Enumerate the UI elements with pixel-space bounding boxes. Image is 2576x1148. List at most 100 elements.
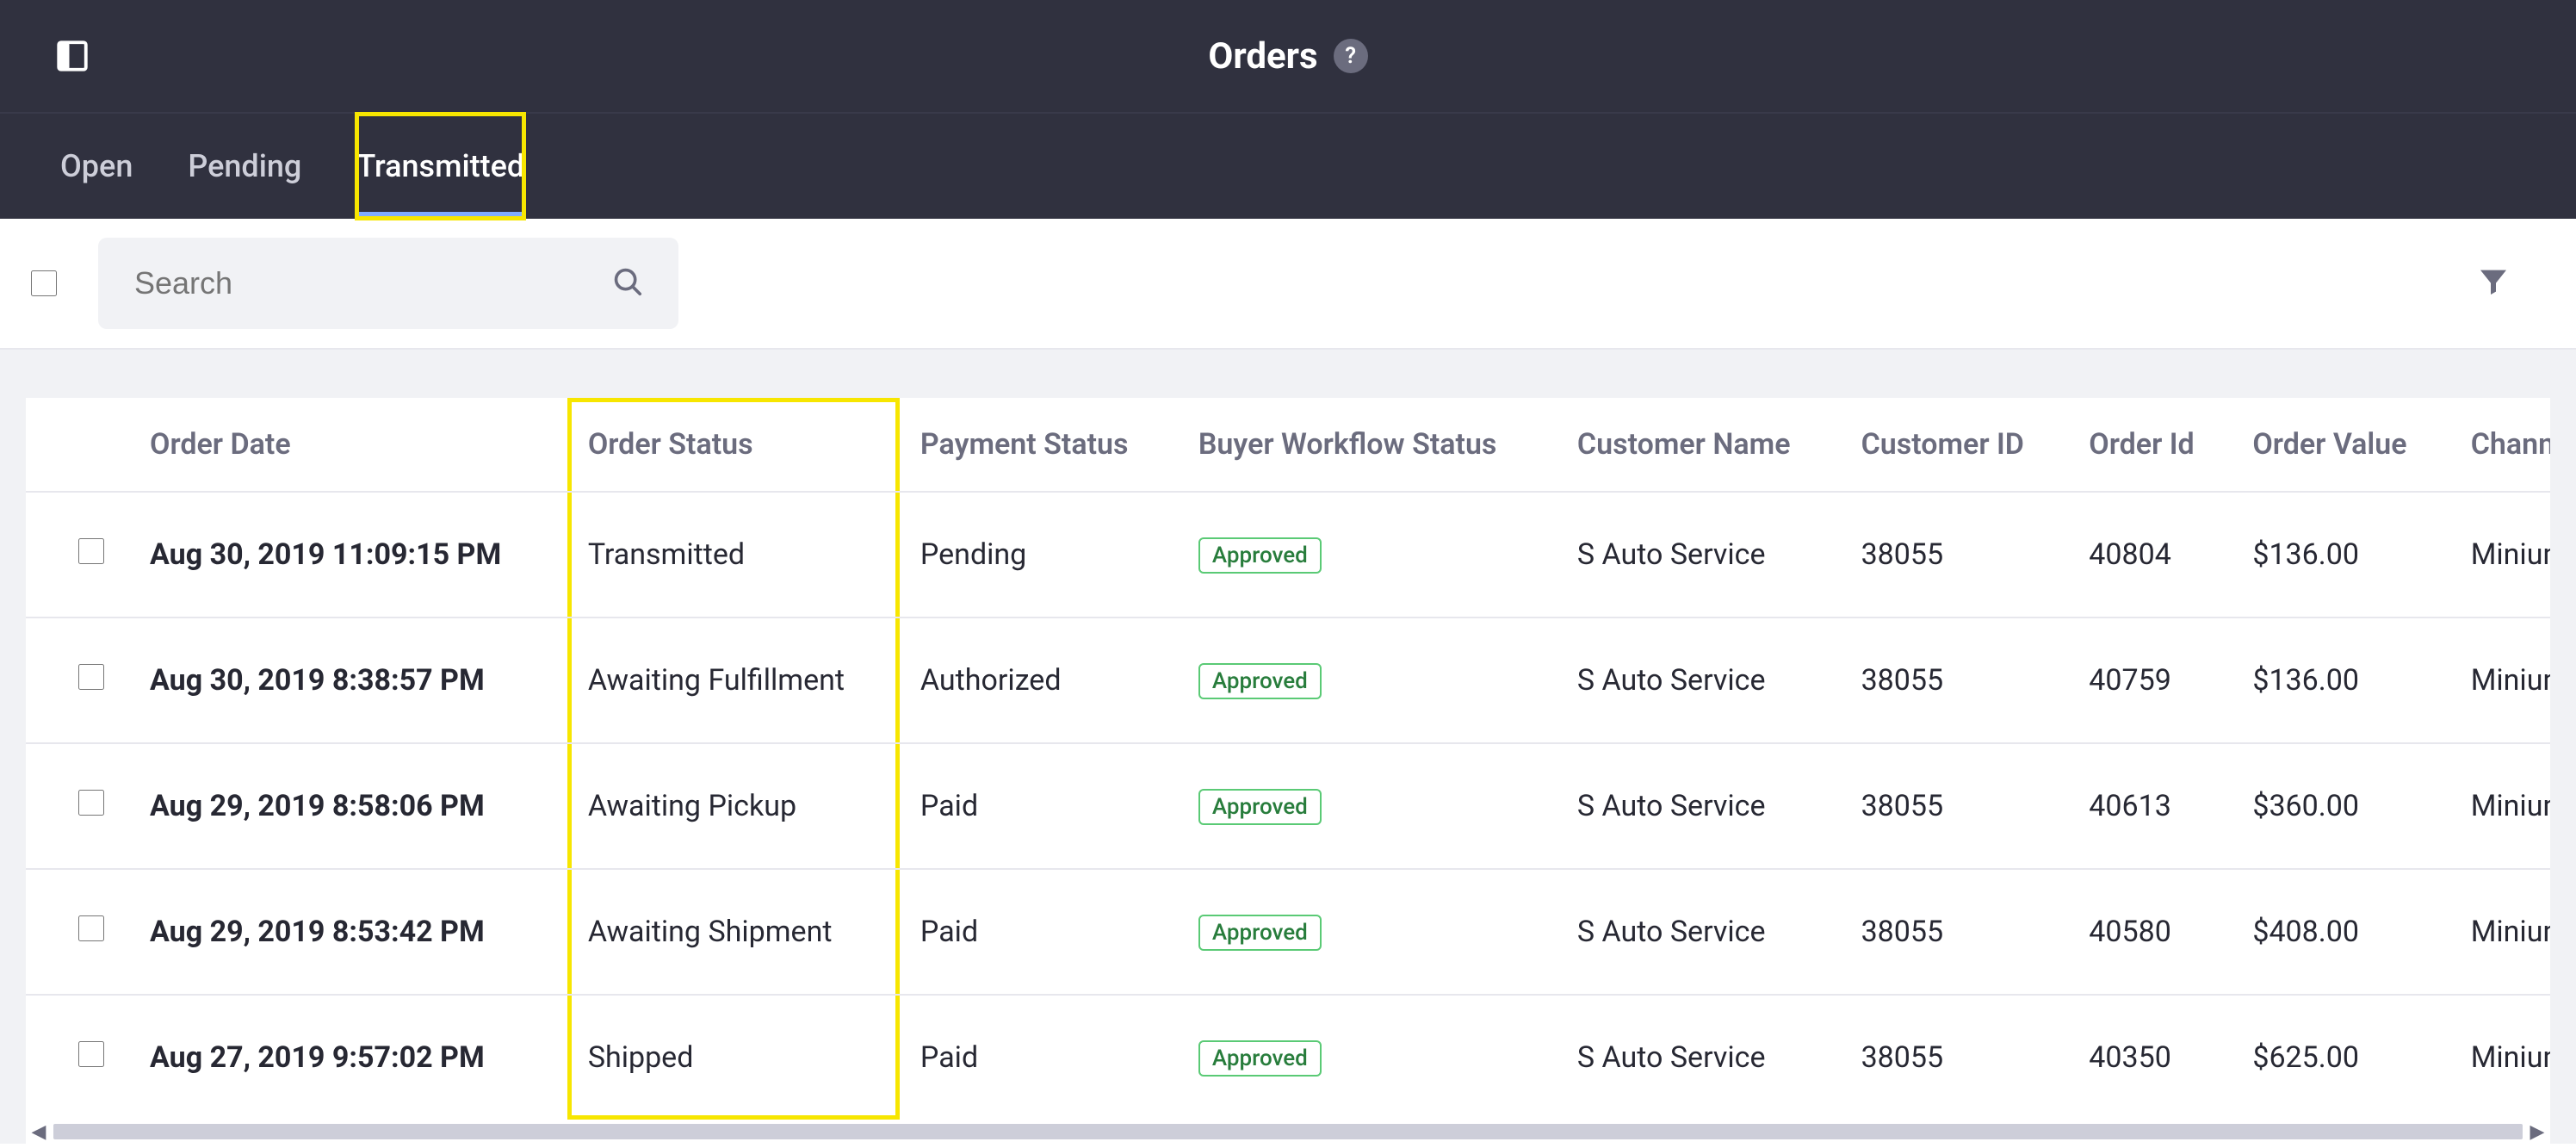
tab-label: Pending xyxy=(188,148,301,184)
cell-customer-name: S Auto Service xyxy=(1557,617,1841,743)
cell-order-date: Aug 29, 2019 8:58:06 PM xyxy=(129,743,567,869)
panel-left-icon xyxy=(54,38,90,74)
cell-payment-status: Authorized xyxy=(900,617,1178,743)
cell-order-status: Transmitted xyxy=(567,492,900,617)
column-header[interactable]: Order Id xyxy=(2068,398,2232,492)
column-header[interactable]: Payment Status xyxy=(900,398,1178,492)
column-header[interactable]: Order Value xyxy=(2232,398,2449,492)
row-checkbox[interactable] xyxy=(78,915,104,941)
cell-channel: Minium Full Po xyxy=(2450,869,2550,995)
status-badge: Approved xyxy=(1198,915,1322,951)
row-checkbox-cell xyxy=(26,492,129,617)
status-badge: Approved xyxy=(1198,537,1322,574)
select-all-checkbox[interactable] xyxy=(31,270,57,296)
search-input[interactable] xyxy=(98,238,678,329)
search-icon[interactable] xyxy=(611,265,644,301)
tab-open[interactable]: Open xyxy=(60,114,133,219)
table-row[interactable]: Aug 27, 2019 9:57:02 PMShippedPaid Approv… xyxy=(26,995,2550,1120)
cell-buyer-workflow-status: Approved xyxy=(1178,617,1557,743)
cell-channel: Minium Full Po xyxy=(2450,492,2550,617)
cell-order-status: Awaiting Fulfillment xyxy=(567,617,900,743)
cell-customer-id: 38055 xyxy=(1841,995,2069,1120)
horizontal-scrollbar[interactable]: ◀ ▶ xyxy=(26,1120,2550,1144)
status-badge: Approved xyxy=(1198,663,1322,699)
column-header[interactable]: Buyer Workflow Status xyxy=(1178,398,1557,492)
cell-customer-name: S Auto Service xyxy=(1557,869,1841,995)
row-checkbox-cell xyxy=(26,743,129,869)
cell-order-status: Awaiting Pickup xyxy=(567,743,900,869)
cell-customer-id: 38055 xyxy=(1841,492,2069,617)
cell-customer-id: 38055 xyxy=(1841,743,2069,869)
sidebar-toggle-button[interactable] xyxy=(52,35,93,77)
cell-order-value: $625.00 xyxy=(2232,995,2449,1120)
orders-table-wrap: Order DateOrder StatusPayment StatusBuye… xyxy=(26,398,2550,1120)
cell-buyer-workflow-status: Approved xyxy=(1178,743,1557,869)
row-checkbox[interactable] xyxy=(78,790,104,816)
column-header[interactable]: Customer Name xyxy=(1557,398,1841,492)
cell-order-value: $136.00 xyxy=(2232,492,2449,617)
scroll-left-arrow-icon[interactable]: ◀ xyxy=(26,1121,52,1143)
cell-customer-name: S Auto Service xyxy=(1557,492,1841,617)
cell-order-value: $360.00 xyxy=(2232,743,2449,869)
cell-order-id: 40759 xyxy=(2068,617,2232,743)
cell-order-date: Aug 30, 2019 11:09:15 PM xyxy=(129,492,567,617)
cell-order-id: 40613 xyxy=(2068,743,2232,869)
scroll-right-arrow-icon[interactable]: ▶ xyxy=(2524,1121,2550,1143)
cell-order-status: Awaiting Shipment xyxy=(567,869,900,995)
cell-customer-id: 38055 xyxy=(1841,617,2069,743)
table-row[interactable]: Aug 30, 2019 8:38:57 PMAwaiting Fulfillm… xyxy=(26,617,2550,743)
filter-icon[interactable] xyxy=(2476,264,2511,302)
column-header[interactable]: Customer ID xyxy=(1841,398,2069,492)
status-badge: Approved xyxy=(1198,1040,1322,1077)
toolbar xyxy=(0,219,2576,350)
tab-label: Open xyxy=(60,148,133,184)
cell-order-id: 40804 xyxy=(2068,492,2232,617)
cell-buyer-workflow-status: Approved xyxy=(1178,492,1557,617)
cell-order-date: Aug 29, 2019 8:53:42 PM xyxy=(129,869,567,995)
cell-buyer-workflow-status: Approved xyxy=(1178,869,1557,995)
column-header[interactable]: Order Status xyxy=(567,398,900,492)
row-checkbox[interactable] xyxy=(78,664,104,690)
column-header-checkbox xyxy=(26,398,129,492)
row-checkbox-cell xyxy=(26,995,129,1120)
status-badge: Approved xyxy=(1198,789,1322,825)
cell-order-date: Aug 30, 2019 8:38:57 PM xyxy=(129,617,567,743)
cell-order-id: 40580 xyxy=(2068,869,2232,995)
tabs-bar: Open Pending Transmitted xyxy=(0,114,2576,219)
cell-channel: Minium Full Po xyxy=(2450,995,2550,1120)
cell-payment-status: Paid xyxy=(900,743,1178,869)
cell-order-date: Aug 27, 2019 9:57:02 PM xyxy=(129,995,567,1120)
tab-transmitted[interactable]: Transmitted xyxy=(356,114,524,219)
cell-payment-status: Pending xyxy=(900,492,1178,617)
app-header: Orders ? xyxy=(0,0,2576,114)
tab-pending[interactable]: Pending xyxy=(188,114,301,219)
cell-order-id: 40350 xyxy=(2068,995,2232,1120)
cell-payment-status: Paid xyxy=(900,995,1178,1120)
cell-channel: Minium Full Po xyxy=(2450,617,2550,743)
tab-label: Transmitted xyxy=(356,148,524,184)
cell-buyer-workflow-status: Approved xyxy=(1178,995,1557,1120)
table-row[interactable]: Aug 29, 2019 8:58:06 PMAwaiting PickupPa… xyxy=(26,743,2550,869)
cell-customer-name: S Auto Service xyxy=(1557,995,1841,1120)
orders-table: Order DateOrder StatusPayment StatusBuye… xyxy=(26,398,2550,1120)
scroll-track[interactable] xyxy=(53,1124,2523,1139)
cell-order-value: $136.00 xyxy=(2232,617,2449,743)
search-box xyxy=(98,238,678,329)
row-checkbox-cell xyxy=(26,869,129,995)
page-title: Orders xyxy=(1208,35,1317,78)
cell-payment-status: Paid xyxy=(900,869,1178,995)
column-header[interactable]: Order Date xyxy=(129,398,567,492)
column-header[interactable]: Channel xyxy=(2450,398,2550,492)
cell-customer-name: S Auto Service xyxy=(1557,743,1841,869)
table-row[interactable]: Aug 29, 2019 8:53:42 PMAwaiting Shipment… xyxy=(26,869,2550,995)
row-checkbox[interactable] xyxy=(78,538,104,564)
row-checkbox-cell xyxy=(26,617,129,743)
row-checkbox[interactable] xyxy=(78,1041,104,1067)
cell-order-status: Shipped xyxy=(567,995,900,1120)
cell-customer-id: 38055 xyxy=(1841,869,2069,995)
help-icon[interactable]: ? xyxy=(1334,39,1368,73)
cell-order-value: $408.00 xyxy=(2232,869,2449,995)
cell-channel: Minium Full Po xyxy=(2450,743,2550,869)
table-row[interactable]: Aug 30, 2019 11:09:15 PMTransmittedPendi… xyxy=(26,492,2550,617)
content-area: Order DateOrder StatusPayment StatusBuye… xyxy=(0,350,2576,1144)
